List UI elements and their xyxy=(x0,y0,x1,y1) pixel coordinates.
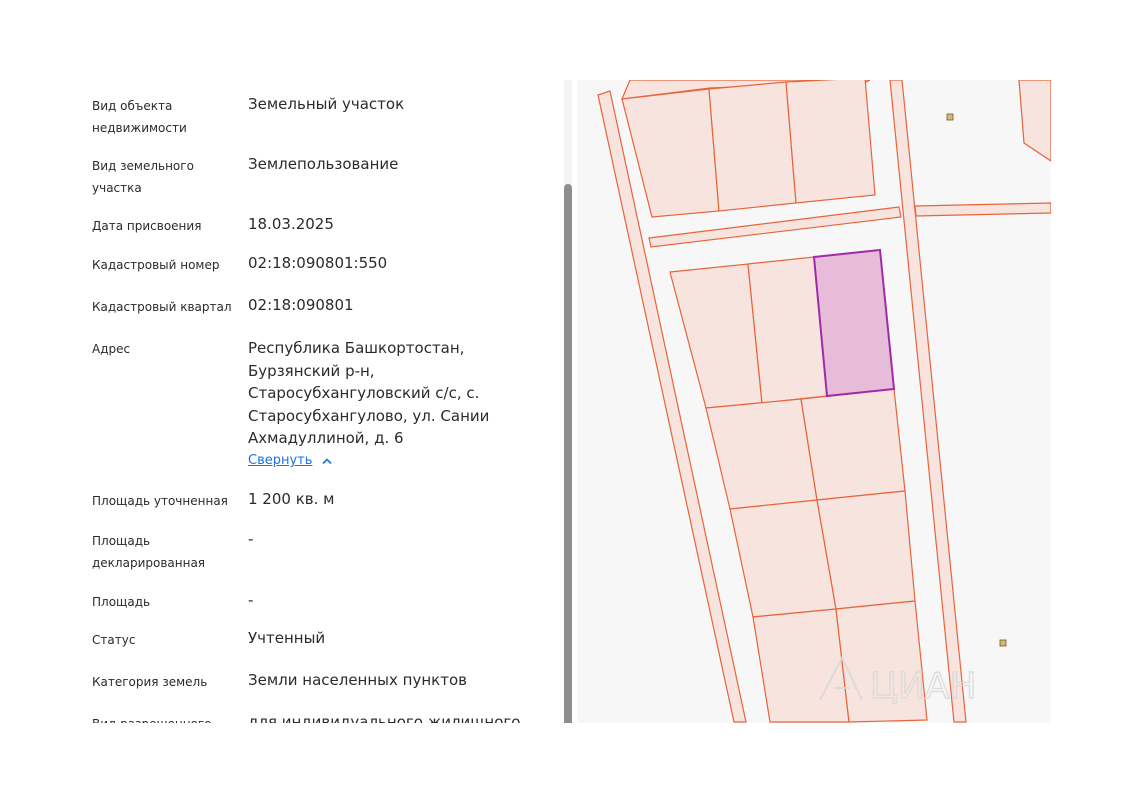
field-label: Площадь декларированная xyxy=(92,534,206,570)
parcel xyxy=(705,398,818,510)
property-details-panel: Вид объекта недвижимости Земельный участ… xyxy=(74,80,562,723)
field-value[interactable]: 02:18:090801:550 xyxy=(248,252,533,275)
parcel xyxy=(1018,80,1051,162)
parcel xyxy=(785,80,876,204)
field-label: Кадастровый квартал xyxy=(92,300,232,314)
map-marker-icon[interactable] xyxy=(946,113,954,121)
field-value: Республика Башкортостан, Бурзянский р-н,… xyxy=(248,339,490,447)
field-label: Категория земель xyxy=(92,675,208,689)
field-value: 18.03.2025 xyxy=(248,215,334,233)
field-label: Дата присвоения xyxy=(92,219,202,233)
field-label: Вид разрешенного использования xyxy=(92,713,232,723)
field-value: - xyxy=(248,591,254,609)
parcel xyxy=(708,81,797,212)
field-value: - xyxy=(248,530,254,548)
road-strip-right xyxy=(914,202,1051,217)
scrollbar-thumb[interactable] xyxy=(564,184,572,723)
field-label: Вид объекта недвижимости xyxy=(92,99,187,135)
field-label: Статус xyxy=(92,633,136,647)
field-value: 1 200 кв. м xyxy=(248,490,335,508)
chevron-up-icon xyxy=(322,457,332,464)
parcel xyxy=(621,88,720,218)
cadastral-map[interactable] xyxy=(577,80,1051,723)
field-value[interactable]: 02:18:090801 xyxy=(248,294,533,317)
map-canvas xyxy=(597,80,1051,723)
map-marker-icon[interactable] xyxy=(999,639,1007,647)
parcel xyxy=(752,608,850,723)
field-label: Адрес xyxy=(92,342,131,356)
field-value: для индивидуального жилищного строительс… xyxy=(248,713,521,723)
field-label: Площадь уточненная xyxy=(92,494,228,508)
field-label: Вид земельного участка xyxy=(92,159,194,195)
address-collapse-link[interactable]: Свернуть xyxy=(248,453,332,468)
parcel xyxy=(800,388,906,501)
field-value: Землепользование xyxy=(248,155,399,173)
field-value: Земельный участок xyxy=(248,95,405,113)
field-value: Учтенный xyxy=(248,629,326,647)
collapse-label: Свернуть xyxy=(248,453,313,468)
parcel xyxy=(669,263,763,409)
field-label: Кадастровый номер xyxy=(92,258,220,272)
field-label: Площадь xyxy=(92,595,151,609)
field-value: Земли населенных пунктов xyxy=(248,671,467,689)
parcel xyxy=(835,600,928,723)
selected-parcel[interactable] xyxy=(812,248,896,398)
